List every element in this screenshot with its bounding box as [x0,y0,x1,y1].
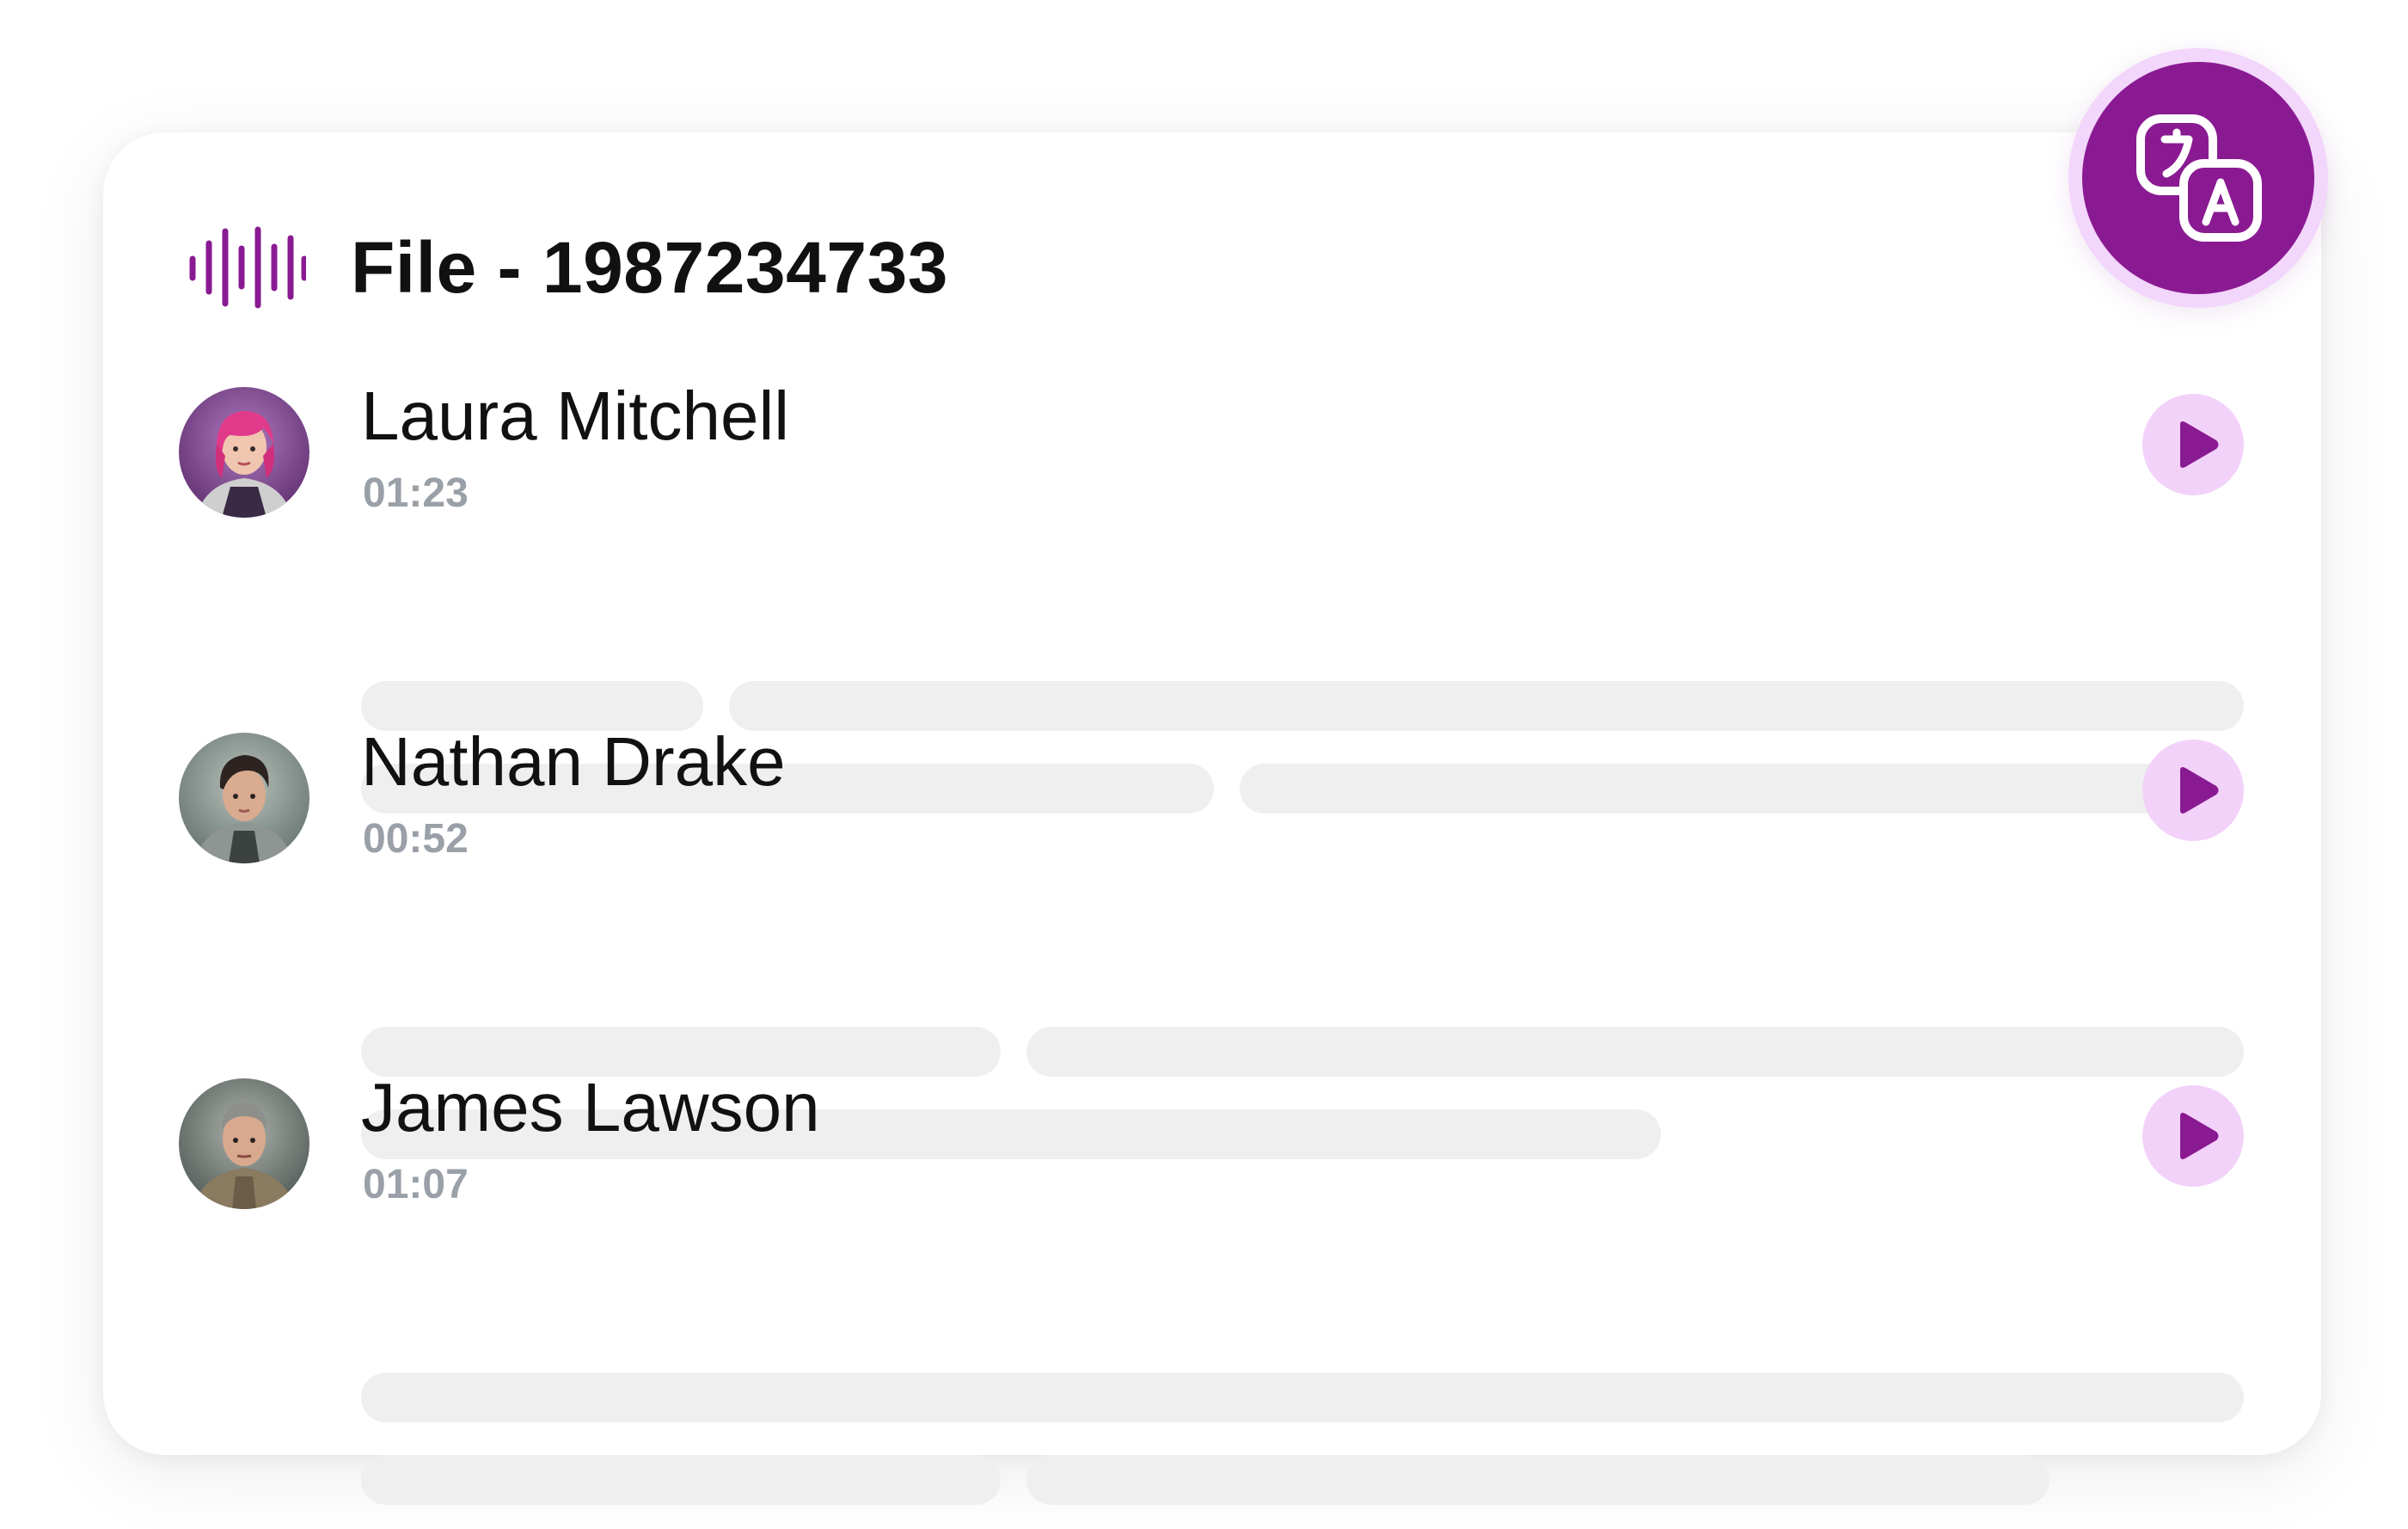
speaker-duration: 00:52 [363,816,469,862]
play-icon [2180,1113,2219,1159]
text-placeholder-line [729,681,2244,731]
file-title: File - 1987234733 [351,226,949,308]
play-icon [2180,767,2219,814]
text-placeholder-line [1026,1027,2244,1077]
text-placeholder-line [361,1455,1001,1505]
speaker-name: Laura Mitchell [361,378,790,454]
avatar [179,733,309,863]
app-stage: File - 1987234733 Laura Mitchell 01:23 N… [0,0,2408,1529]
translate-button[interactable] [2068,48,2328,308]
avatar [179,387,309,518]
speaker-duration: 01:07 [363,1162,469,1207]
translate-icon [2136,114,2262,242]
text-placeholder-line [361,1372,2244,1422]
speaker-name: Nathan Drake [361,723,786,800]
transcript-card: File - 1987234733 Laura Mitchell 01:23 N… [103,132,2321,1505]
text-placeholder-line [1026,1455,2050,1505]
translate-button-inner [2082,62,2314,294]
text-placeholder-line [1240,764,2244,814]
audio-waveform-icon [189,226,306,309]
play-button[interactable] [2142,740,2244,841]
speaker-duration: 01:23 [363,470,469,516]
avatar [179,1078,309,1209]
play-icon [2180,421,2219,468]
play-button[interactable] [2142,1085,2244,1187]
play-button[interactable] [2142,394,2244,495]
speaker-name: James Lawson [361,1069,820,1145]
file-header: File - 1987234733 [186,220,948,315]
